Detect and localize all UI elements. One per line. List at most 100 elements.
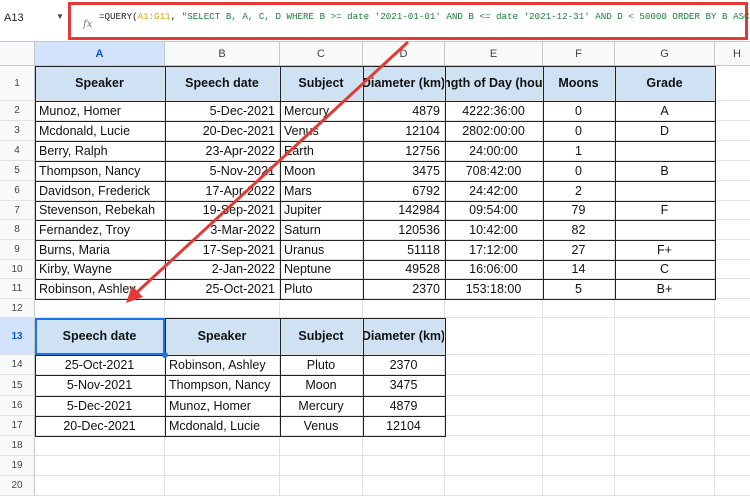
source-cell[interactable]: 5-Dec-2021 bbox=[165, 101, 280, 121]
cell[interactable] bbox=[363, 476, 445, 496]
source-cell[interactable]: F+ bbox=[615, 240, 715, 260]
result-cell[interactable]: Robinson, Ashley bbox=[165, 355, 280, 375]
cell[interactable] bbox=[445, 476, 543, 496]
cell[interactable] bbox=[715, 456, 750, 476]
column-header-E[interactable]: E bbox=[445, 42, 543, 66]
source-cell[interactable]: 2370 bbox=[363, 279, 445, 299]
cell[interactable] bbox=[715, 141, 750, 161]
result-cell[interactable]: 5-Dec-2021 bbox=[35, 396, 165, 416]
source-cell[interactable]: 0 bbox=[543, 161, 615, 181]
source-header-cell[interactable]: Speaker bbox=[35, 66, 165, 101]
source-cell[interactable]: Neptune bbox=[280, 260, 363, 279]
column-header-F[interactable]: F bbox=[543, 42, 615, 66]
column-header-B[interactable]: B bbox=[165, 42, 280, 66]
result-cell[interactable]: 5-Nov-2021 bbox=[35, 375, 165, 396]
cell[interactable] bbox=[35, 476, 165, 496]
source-cell[interactable]: 82 bbox=[543, 220, 615, 240]
source-cell[interactable]: 2802:00:00 bbox=[445, 121, 543, 141]
cell[interactable] bbox=[543, 355, 615, 375]
row-header-10[interactable]: 10 bbox=[0, 260, 35, 279]
cell[interactable] bbox=[165, 436, 280, 456]
row-header-17[interactable]: 17 bbox=[0, 416, 35, 436]
row-header-14[interactable]: 14 bbox=[0, 355, 35, 375]
source-cell[interactable]: B+ bbox=[615, 279, 715, 299]
cell[interactable] bbox=[715, 279, 750, 299]
source-cell[interactable]: Saturn bbox=[280, 220, 363, 240]
source-cell[interactable]: 12104 bbox=[363, 121, 445, 141]
source-cell[interactable]: 2-Jan-2022 bbox=[165, 260, 280, 279]
cell[interactable] bbox=[615, 436, 715, 456]
cell[interactable] bbox=[715, 201, 750, 220]
cell[interactable] bbox=[615, 396, 715, 416]
result-header-cell[interactable]: Speech date bbox=[35, 318, 165, 355]
source-cell[interactable] bbox=[615, 141, 715, 161]
source-cell[interactable]: Munoz, Homer bbox=[35, 101, 165, 121]
cell[interactable] bbox=[715, 476, 750, 496]
result-header-cell[interactable]: Diameter (km) bbox=[363, 318, 445, 355]
source-cell[interactable]: 17-Sep-2021 bbox=[165, 240, 280, 260]
cell[interactable] bbox=[715, 121, 750, 141]
cell[interactable] bbox=[35, 436, 165, 456]
result-cell[interactable]: 4879 bbox=[363, 396, 445, 416]
cell[interactable] bbox=[445, 318, 543, 355]
cell[interactable] bbox=[715, 299, 750, 318]
result-cell[interactable]: 12104 bbox=[363, 416, 445, 436]
cell[interactable] bbox=[363, 456, 445, 476]
source-cell[interactable]: 24:00:00 bbox=[445, 141, 543, 161]
source-cell[interactable]: Jupiter bbox=[280, 201, 363, 220]
source-cell[interactable]: 4222:36:00 bbox=[445, 101, 543, 121]
source-cell[interactable] bbox=[615, 220, 715, 240]
source-cell[interactable]: 10:42:00 bbox=[445, 220, 543, 240]
cell[interactable] bbox=[615, 355, 715, 375]
source-cell[interactable]: 17:12:00 bbox=[445, 240, 543, 260]
source-cell[interactable]: 3475 bbox=[363, 161, 445, 181]
row-header-16[interactable]: 16 bbox=[0, 396, 35, 416]
name-box-dropdown-icon[interactable]: ▼ bbox=[56, 12, 64, 21]
cell[interactable] bbox=[715, 66, 750, 101]
name-box[interactable]: A13 bbox=[4, 12, 24, 24]
row-header-4[interactable]: 4 bbox=[0, 141, 35, 161]
cell[interactable] bbox=[445, 299, 543, 318]
source-cell[interactable]: C bbox=[615, 260, 715, 279]
source-cell[interactable]: 5 bbox=[543, 279, 615, 299]
result-cell[interactable]: 20-Dec-2021 bbox=[35, 416, 165, 436]
source-header-cell[interactable]: Diameter (km) bbox=[363, 66, 445, 101]
cell[interactable] bbox=[543, 396, 615, 416]
cell[interactable] bbox=[543, 416, 615, 436]
source-cell[interactable]: 51118 bbox=[363, 240, 445, 260]
source-cell[interactable]: Robinson, Ashley bbox=[35, 279, 165, 299]
result-header-cell[interactable]: Subject bbox=[280, 318, 363, 355]
row-header-7[interactable]: 7 bbox=[0, 201, 35, 220]
source-cell[interactable]: 3-Mar-2022 bbox=[165, 220, 280, 240]
source-cell[interactable]: Mars bbox=[280, 181, 363, 201]
source-cell[interactable]: Stevenson, Rebekah bbox=[35, 201, 165, 220]
row-header-15[interactable]: 15 bbox=[0, 375, 35, 396]
cell[interactable] bbox=[615, 318, 715, 355]
result-cell[interactable]: Moon bbox=[280, 375, 363, 396]
source-cell[interactable]: 14 bbox=[543, 260, 615, 279]
cell[interactable] bbox=[543, 375, 615, 396]
row-header-2[interactable]: 2 bbox=[0, 101, 35, 121]
source-cell[interactable]: Pluto bbox=[280, 279, 363, 299]
source-header-cell[interactable]: Subject bbox=[280, 66, 363, 101]
cell[interactable] bbox=[445, 416, 543, 436]
row-header-19[interactable]: 19 bbox=[0, 456, 35, 476]
source-cell[interactable]: 6792 bbox=[363, 181, 445, 201]
source-cell[interactable]: 19-Sep-2021 bbox=[165, 201, 280, 220]
source-cell[interactable]: Burns, Maria bbox=[35, 240, 165, 260]
cell[interactable] bbox=[280, 456, 363, 476]
source-cell[interactable]: 153:18:00 bbox=[445, 279, 543, 299]
source-cell[interactable]: 20-Dec-2021 bbox=[165, 121, 280, 141]
cell[interactable] bbox=[363, 436, 445, 456]
row-header-8[interactable]: 8 bbox=[0, 220, 35, 240]
source-cell[interactable]: Mercury bbox=[280, 101, 363, 121]
result-header-cell[interactable]: Speaker bbox=[165, 318, 280, 355]
row-header-3[interactable]: 3 bbox=[0, 121, 35, 141]
source-cell[interactable]: 5-Nov-2021 bbox=[165, 161, 280, 181]
source-cell[interactable]: 27 bbox=[543, 240, 615, 260]
cell[interactable] bbox=[543, 318, 615, 355]
source-cell[interactable]: Earth bbox=[280, 141, 363, 161]
cell[interactable] bbox=[715, 436, 750, 456]
source-cell[interactable]: Thompson, Nancy bbox=[35, 161, 165, 181]
source-cell[interactable]: 17-Apr-2022 bbox=[165, 181, 280, 201]
